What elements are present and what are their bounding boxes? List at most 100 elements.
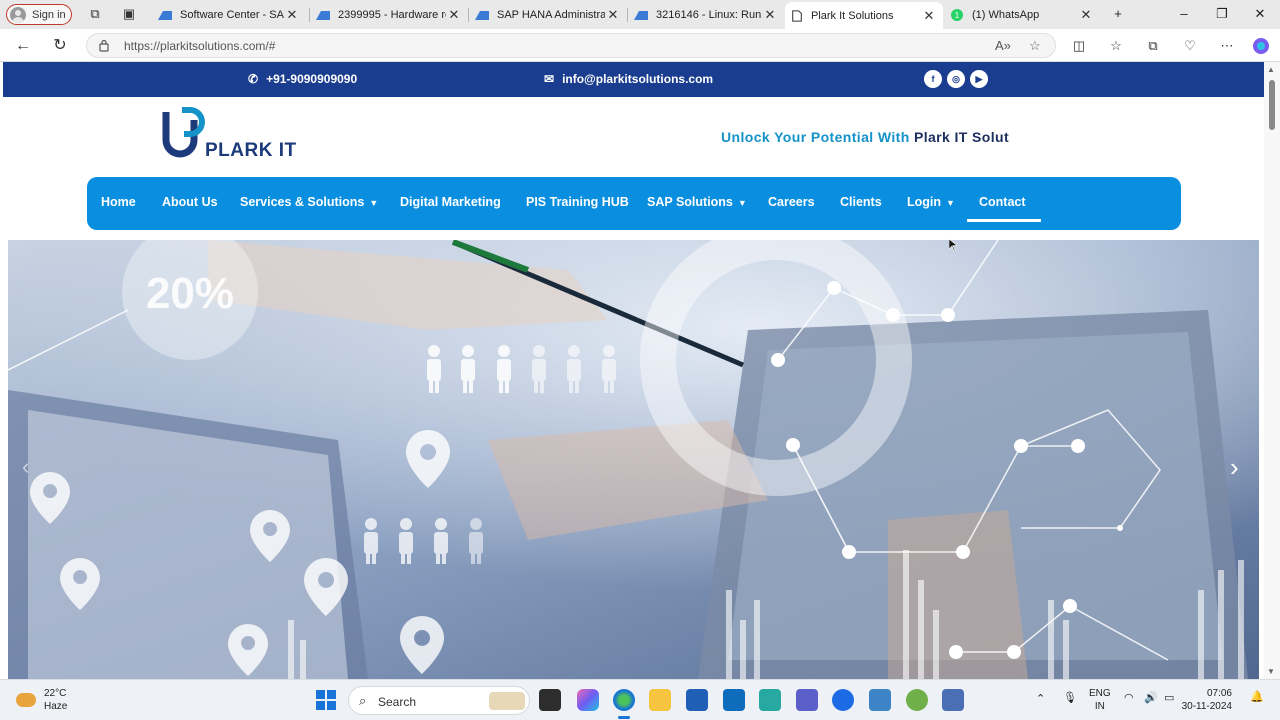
- weather-widget[interactable]: 22°C Haze: [16, 687, 67, 713]
- outlook-icon[interactable]: [723, 689, 745, 711]
- workspaces-icon[interactable]: ⧉: [87, 6, 103, 22]
- volume-icon[interactable]: 🔊: [1144, 691, 1158, 704]
- address-bar[interactable]: https://plarkitsolutions.com/# A» ☆: [86, 33, 1056, 58]
- task-view-icon[interactable]: [539, 689, 561, 711]
- sap-logon-icon[interactable]: [942, 689, 964, 711]
- tab-hardware-req[interactable]: 2399995 - Hardware requ ✕: [310, 3, 468, 27]
- scrollbar-thumb[interactable]: [1269, 80, 1275, 130]
- language-indicator[interactable]: ENG IN: [1089, 687, 1111, 713]
- zoom-icon[interactable]: [832, 689, 854, 711]
- nav-digital-marketing[interactable]: Digital Marketing: [400, 195, 501, 209]
- close-tab-icon[interactable]: ✕: [1078, 7, 1094, 23]
- carousel-prev-arrow[interactable]: ‹: [22, 454, 38, 480]
- tagline-brand: Plark IT Solut: [913, 129, 1010, 145]
- close-tab-icon[interactable]: ✕: [446, 7, 462, 23]
- teams-icon[interactable]: [796, 689, 818, 711]
- browser-titlebar: Sign in ⧉ ▣ Software Center - SAP fo ✕ 2…: [0, 0, 1280, 29]
- browser-essentials-icon[interactable]: ♡: [1181, 37, 1199, 55]
- sign-in-button[interactable]: Sign in: [6, 4, 72, 25]
- nav-home[interactable]: Home: [101, 195, 136, 209]
- file-explorer-icon[interactable]: [649, 689, 671, 711]
- youtube-icon[interactable]: ▶: [970, 70, 988, 88]
- store-icon[interactable]: [686, 689, 708, 711]
- sign-in-label: Sign in: [32, 8, 66, 21]
- close-tab-icon[interactable]: ✕: [921, 8, 937, 24]
- split-screen-icon[interactable]: ◫: [1070, 37, 1088, 55]
- azure-data-icon[interactable]: [759, 689, 781, 711]
- nav-pis-training-hub[interactable]: PIS Training HUB: [526, 195, 629, 209]
- active-nav-indicator: [967, 219, 1041, 222]
- sap-icon: [634, 11, 648, 20]
- show-hidden-icons[interactable]: ⌃: [1036, 692, 1045, 705]
- scroll-down-icon[interactable]: ▼: [1267, 667, 1275, 676]
- nav-contact[interactable]: Contact: [979, 195, 1026, 209]
- copilot-app-icon[interactable]: [577, 689, 599, 711]
- lock-icon: [99, 39, 109, 52]
- collections-icon[interactable]: ⧉: [1144, 37, 1162, 55]
- email-contact[interactable]: ✉ info@plarkitsolutions.com: [544, 72, 713, 86]
- notifications-icon[interactable]: 🔔: [1250, 690, 1264, 703]
- read-aloud-icon[interactable]: A»: [995, 38, 1011, 53]
- phone-contact[interactable]: ✆ +91-9090909090: [248, 72, 357, 86]
- chevron-down-icon: ▼: [369, 198, 379, 208]
- page-scrollbar[interactable]: ▲ ▼: [1264, 62, 1280, 679]
- close-window-icon[interactable]: ✕: [1250, 5, 1270, 23]
- phone-icon: ✆: [248, 72, 259, 86]
- instagram-icon[interactable]: ◎: [947, 70, 965, 88]
- tab-plark-it[interactable]: Plark It Solutions ✕: [785, 2, 943, 29]
- network-globe-icon[interactable]: [906, 689, 928, 711]
- copilot-icon[interactable]: [1252, 37, 1270, 55]
- nav-services-solutions[interactable]: Services & Solutions ▼: [240, 195, 378, 209]
- facebook-icon[interactable]: f: [924, 70, 942, 88]
- tab-software-center[interactable]: Software Center - SAP fo ✕: [152, 3, 306, 27]
- nav-sap-solutions[interactable]: SAP Solutions ▼: [647, 195, 747, 209]
- refresh-icon[interactable]: ↻: [50, 36, 70, 56]
- tab-title: Software Center - SAP fo: [180, 9, 284, 21]
- close-tab-icon[interactable]: ✕: [605, 7, 621, 23]
- clock-date: 30-11-2024: [1181, 701, 1232, 712]
- tab-actions-icon[interactable]: ▣: [121, 6, 137, 22]
- whatsapp-icon: 1: [951, 9, 963, 21]
- taskbar-search[interactable]: ⌕ Search: [348, 686, 530, 715]
- tab-title: (1) WhatsApp: [972, 9, 1040, 21]
- more-options-icon[interactable]: ⋯: [1218, 37, 1236, 55]
- tab-linux-running[interactable]: 3216146 - Linux: Running ✕: [628, 3, 784, 27]
- scroll-up-icon[interactable]: ▲: [1267, 65, 1275, 74]
- remote-desktop-icon[interactable]: [869, 689, 891, 711]
- restore-icon[interactable]: ❐: [1212, 5, 1232, 23]
- weather-temp: 22°C: [44, 688, 67, 699]
- favorite-star-icon[interactable]: ☆: [1029, 38, 1041, 54]
- tab-title: 2399995 - Hardware requ: [338, 9, 446, 21]
- chevron-down-icon: ▼: [946, 198, 955, 208]
- carousel-next-arrow[interactable]: ›: [1230, 452, 1246, 482]
- tagline-accent: Unlock Your Potential With: [721, 129, 914, 145]
- close-tab-icon[interactable]: ✕: [284, 7, 300, 23]
- weather-desc: Haze: [44, 701, 68, 712]
- search-highlight-icon: [489, 692, 525, 710]
- nav-clients[interactable]: Clients: [840, 195, 882, 209]
- microphone-icon[interactable]: 🎙: [1063, 691, 1077, 704]
- edge-browser-icon[interactable]: [613, 689, 635, 711]
- wifi-icon[interactable]: ◠: [1124, 691, 1134, 704]
- system-clock[interactable]: 07:06 30-11-2024: [1182, 687, 1232, 713]
- nav-careers[interactable]: Careers: [768, 195, 815, 209]
- favorites-icon[interactable]: ☆: [1107, 37, 1125, 55]
- battery-icon[interactable]: ▭: [1164, 691, 1174, 704]
- start-windows-icon[interactable]: [316, 690, 336, 710]
- close-tab-icon[interactable]: ✕: [762, 7, 778, 23]
- tab-whatsapp[interactable]: 1 (1) WhatsApp ✕: [944, 3, 1100, 27]
- back-icon[interactable]: ←: [13, 36, 33, 56]
- url-text: https://plarkitsolutions.com/#: [124, 39, 276, 53]
- profile-avatar-icon: [10, 6, 26, 23]
- nav-about-us[interactable]: About Us: [162, 195, 218, 209]
- new-tab-icon[interactable]: +: [1108, 5, 1128, 23]
- search-label: Search: [378, 695, 417, 709]
- email-address: info@plarkitsolutions.com: [562, 72, 714, 86]
- site-tagline: Unlock Your Potential With Plark IT Solu…: [721, 129, 1009, 145]
- contact-strip: ✆ +91-9090909090 ✉ info@plarkitsolutions…: [3, 62, 1265, 97]
- svg-text:1: 1: [955, 11, 960, 20]
- minimize-icon[interactable]: –: [1174, 5, 1194, 23]
- tab-sap-hana-admin[interactable]: SAP HANA Administratio ✕: [469, 3, 627, 27]
- nav-login[interactable]: Login ▼: [907, 195, 955, 209]
- tab-title: SAP HANA Administratio: [497, 9, 605, 21]
